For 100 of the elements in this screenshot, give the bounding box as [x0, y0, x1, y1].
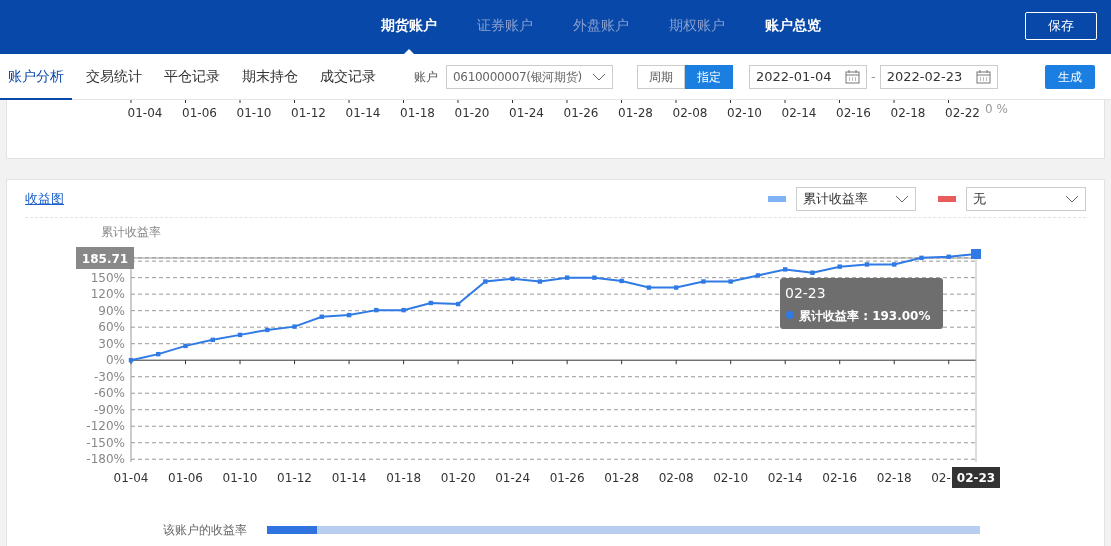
chevron-icon — [592, 71, 606, 82]
calendar-icon — [845, 69, 860, 84]
axis-label: -90% — [94, 402, 125, 417]
axis-label: 02-10 — [713, 471, 749, 485]
axis-label: 01-26 — [563, 106, 599, 120]
axis-label: 01-18 — [400, 106, 435, 120]
section-tab[interactable]: 平仓记录 — [156, 53, 228, 100]
axis-label: 01-20 — [454, 106, 490, 120]
data-point — [455, 301, 461, 307]
data-point — [864, 262, 870, 267]
data-point — [892, 262, 897, 267]
data-point — [537, 279, 543, 284]
axis-label: 30% — [98, 336, 125, 351]
axis-label: 01-14 — [331, 471, 367, 485]
data-point — [646, 285, 652, 290]
section-tab[interactable]: 交易统计 — [78, 53, 150, 100]
data-point — [374, 307, 379, 313]
chart-title[interactable]: 收益图 — [25, 188, 64, 209]
axis-label: -150% — [86, 435, 125, 450]
save-button[interactable]: 保存 — [1025, 12, 1097, 40]
bar-label: 该账户的收益率 — [162, 522, 248, 539]
axis-label: 02-10 — [727, 106, 762, 120]
section-tab[interactable]: 期末持仓 — [234, 53, 306, 100]
section-tab[interactable]: 成交记录 — [312, 53, 384, 100]
axis-label: 90% — [98, 303, 125, 318]
data-point — [128, 358, 134, 363]
axis-label: 01-28 — [618, 106, 653, 120]
axis-label: 02-16 — [822, 471, 858, 485]
chevron-icon — [895, 193, 909, 204]
account-label: 账户 — [414, 68, 438, 86]
data-point — [210, 337, 215, 343]
account-tab[interactable]: 账户总览 — [744, 0, 841, 50]
data-point — [673, 285, 679, 290]
data-point — [346, 312, 352, 318]
axis-label: 01-28 — [604, 471, 640, 485]
data-point — [619, 278, 624, 284]
data-point — [428, 300, 434, 306]
axis-label: 02-16 — [836, 106, 871, 120]
series-select[interactable]: 无 — [966, 186, 1086, 211]
series-select[interactable]: 累计收益率 — [796, 186, 916, 211]
axis-label: 01-24 — [495, 471, 531, 485]
axis-label: 01-20 — [440, 471, 476, 485]
data-point — [728, 279, 733, 284]
data-point — [183, 343, 188, 349]
data-point — [237, 332, 243, 338]
axis-label: 02- — [931, 471, 951, 485]
axis-label: 02-18 — [890, 106, 926, 120]
axis-label: 02-22 — [945, 106, 980, 120]
generate-button[interactable]: 生成 — [1045, 64, 1095, 89]
axis-label: -180% — [86, 452, 125, 467]
data-point — [564, 275, 570, 280]
axis-label: 01-18 — [386, 471, 421, 485]
data-point — [401, 307, 406, 313]
chevron-icon — [1065, 193, 1079, 204]
data-point — [755, 273, 761, 278]
axis-label: 01-24 — [509, 106, 544, 120]
axis-label: 120% — [90, 287, 125, 302]
data-point — [946, 254, 951, 259]
axis-label: 01-12 — [291, 106, 326, 120]
axis-label: 01-04 — [127, 106, 163, 120]
axis-label: 01-06 — [182, 106, 217, 120]
data-point — [510, 276, 515, 281]
account-select[interactable]: 0610000007(银河期货) — [446, 64, 613, 89]
axis-label: 02-08 — [658, 471, 694, 485]
axis-label: 02-18 — [876, 471, 912, 485]
data-point — [810, 270, 815, 275]
axis-label: 01-04 — [113, 471, 149, 485]
calendar-icon — [975, 69, 991, 84]
axis-title: 累计收益率 — [101, 225, 161, 239]
axis-label: 02-14 — [767, 471, 803, 485]
data-point — [783, 267, 788, 272]
data-point — [292, 324, 297, 329]
tooltip: 02-23 累计收益率 : 193.00% — [780, 278, 943, 329]
axis-label: -60% — [94, 386, 125, 401]
toggle-button[interactable]: 指定 — [685, 64, 733, 89]
toggle-button[interactable]: 周期 — [637, 64, 685, 89]
axis-label: 02-08 — [672, 106, 708, 120]
axis-label: 02-14 — [781, 106, 817, 120]
axis-label: -30% — [94, 369, 125, 384]
data-point — [837, 264, 842, 269]
axis-pointer-label: 185.71 — [76, 247, 134, 269]
date-separator: - — [871, 67, 876, 86]
axis-label: -120% — [86, 419, 125, 434]
date-field[interactable]: 2022-01-04 — [749, 64, 867, 89]
axis-label: 01-12 — [277, 471, 312, 485]
axis-label: 01-10 — [236, 106, 272, 120]
data-point — [919, 255, 924, 261]
data-point — [971, 249, 981, 259]
data-point — [592, 275, 597, 280]
data-point — [701, 279, 706, 284]
axis-label: 01-26 — [549, 471, 585, 485]
axis-label: 01-14 — [345, 106, 381, 120]
data-point — [265, 327, 270, 333]
axis-label: 60% — [98, 320, 125, 335]
axis-pointer-label: 02-23 — [952, 467, 1000, 488]
data-point — [483, 279, 488, 284]
date-field[interactable]: 2022-02-23 — [879, 64, 998, 89]
axis-label: 01-06 — [168, 471, 203, 485]
axis-label: 0 % — [985, 102, 1008, 116]
data-point — [319, 314, 324, 319]
